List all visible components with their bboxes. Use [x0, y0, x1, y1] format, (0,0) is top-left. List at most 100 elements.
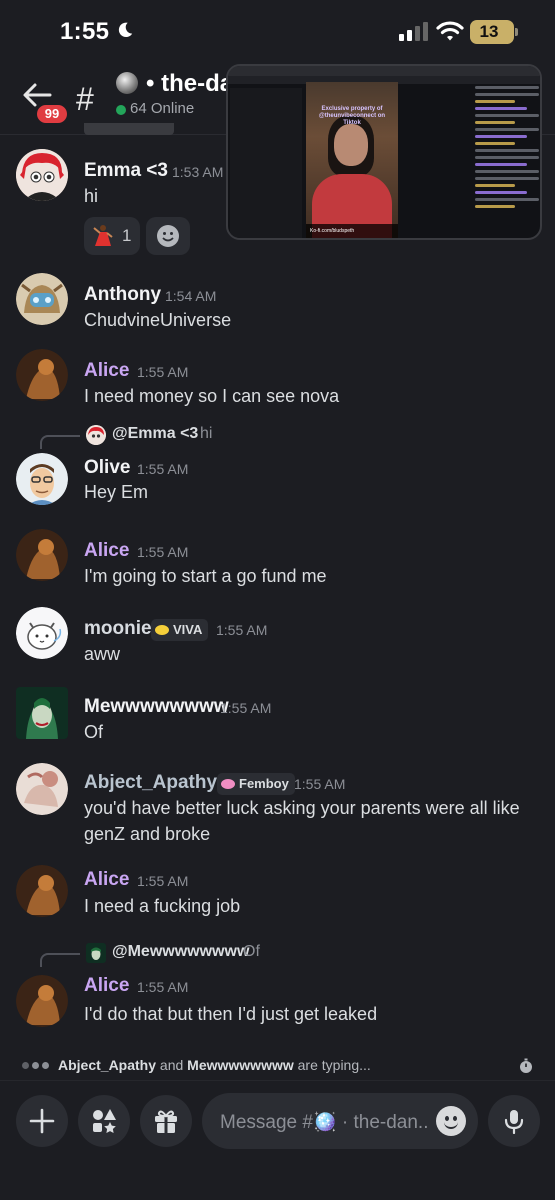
message-author[interactable]: Mewwwwwwww [84, 696, 229, 718]
message-author[interactable]: Anthony [84, 284, 161, 306]
heart-gem-icon [221, 779, 235, 789]
voice-message-button[interactable] [488, 1095, 540, 1147]
plus-icon [29, 1108, 55, 1134]
role-badge-label: Femboy [239, 776, 289, 791]
add-reaction-button[interactable] [146, 217, 190, 255]
message-author[interactable]: Emma <3 [84, 160, 168, 182]
message-text: I'm going to start a go fund me [84, 566, 327, 586]
avatar[interactable] [16, 607, 68, 659]
avatar[interactable] [16, 975, 68, 1027]
typing-text: Abject_Apathy and Mewwwwwwww are typing.… [58, 1057, 371, 1073]
message-input-placeholder: Message #🪩 · the-dan.. [220, 1112, 429, 1133]
message-text: ChudvineUniverse [84, 310, 232, 330]
pip-caption: Exclusive property of @theunvibeconnect … [318, 106, 386, 126]
picture-in-picture-video[interactable]: Exclusive property of @theunvibeconnect … [226, 64, 542, 240]
message-item[interactable]: Alice 1:55 AM I need a fucking job [0, 859, 555, 923]
reply-text[interactable]: hi [200, 425, 212, 443]
apps-icon [93, 1109, 116, 1133]
apps-button[interactable] [78, 1095, 130, 1147]
wifi-icon [436, 21, 464, 41]
typing-dots-icon [22, 1062, 52, 1070]
battery-level: 13 [479, 22, 499, 41]
message-author[interactable]: Abject_Apathy [84, 772, 217, 794]
avatar-abject-apathy-icon [16, 763, 68, 815]
avatar-emma-icon [16, 149, 68, 201]
avatar[interactable] [16, 273, 68, 325]
message-author[interactable]: Olive [84, 457, 130, 479]
message-item[interactable]: Alice 1:55 AM I'm going to start a go fu… [0, 525, 555, 589]
message-composer: Message #🪩 · the-dan.. [0, 1080, 555, 1200]
typing-user: Abject_Apathy [58, 1057, 157, 1073]
avatar[interactable] [16, 763, 68, 815]
message-input[interactable]: Message #🪩 · the-dan.. [202, 1093, 478, 1149]
message-item[interactable]: @Emma <3 hi Olive 1:55 AM Hey Em [0, 421, 555, 513]
message-item[interactable]: Alice 1:55 AM I need money so I can see … [0, 345, 555, 409]
message-author[interactable]: Alice [84, 975, 129, 997]
pip-video-frame: Exclusive property of @theunvibeconnect … [306, 82, 398, 238]
channel-name[interactable]: • the-da [146, 70, 233, 98]
avatar-alice-icon [16, 975, 68, 1027]
message-author[interactable]: Alice [84, 869, 129, 891]
typing-user: Mewwwwwwww [187, 1057, 294, 1073]
online-status-dot [116, 105, 126, 115]
message-list[interactable]: Emma <3 1:53 AM hi 1 Anthony 1:54 AM Chu… [0, 123, 555, 1055]
add-attachment-button[interactable] [16, 1095, 68, 1147]
pip-footer: Ko-fi.com/bludspeth [306, 224, 398, 238]
typing-indicator: Abject_Apathy and Mewwwwwwww are typing.… [0, 1052, 555, 1080]
message-text: I'd do that but then I'd just get leaked [84, 1004, 378, 1024]
avatar[interactable] [16, 453, 68, 505]
stopwatch-icon[interactable] [518, 1058, 534, 1074]
microphone-icon [504, 1110, 524, 1134]
battery-indicator: 13 [470, 20, 518, 44]
message-item[interactable]: moonie VIVA 1:55 AM aww [0, 603, 555, 667]
gift-button[interactable] [140, 1095, 192, 1147]
message-author[interactable]: Alice [84, 360, 129, 382]
emoji-icon[interactable] [436, 1106, 466, 1136]
message-item[interactable]: @Mewwwwwwww Of Alice 1:55 AM I'd do that… [0, 939, 555, 1035]
reply-text[interactable]: Of [243, 943, 260, 961]
message-timestamp: 1:55 AM [137, 873, 189, 889]
reply-connector [40, 953, 80, 967]
reply-author[interactable]: @Mewwwwwwww [112, 943, 249, 961]
message-text: Hey Em [84, 482, 149, 502]
avatar[interactable] [16, 529, 68, 581]
online-count: 64 Online [130, 100, 195, 117]
message-timestamp: 1:55 AM [220, 700, 272, 716]
avatar[interactable] [16, 149, 68, 201]
discord-app: 1:55 13 99 # • the-da 64 Online Exclusiv… [0, 0, 555, 1200]
typing-connector: and [156, 1057, 188, 1073]
reply-author[interactable]: @Emma <3 [112, 425, 198, 443]
role-badge-label: VIVA [173, 622, 203, 637]
message-author[interactable]: Alice [84, 540, 129, 562]
message-text: I need money so I can see nova [84, 386, 340, 406]
avatar-mewwwwwwww-small-icon [86, 943, 106, 963]
pip-stream-chat [472, 82, 540, 238]
message-text: Of [84, 722, 104, 742]
message-text: I need a fucking job [84, 896, 241, 916]
message-author[interactable]: moonie [84, 618, 152, 640]
message-timestamp: 1:55 AM [137, 461, 189, 477]
message-timestamp: 1:54 AM [165, 288, 217, 304]
reply-avatar [86, 425, 106, 445]
cellular-signal-icon [399, 22, 428, 41]
avatar[interactable] [16, 349, 68, 401]
message-timestamp: 1:55 AM [294, 776, 346, 792]
role-badge[interactable]: VIVA [151, 619, 209, 641]
message-timestamp: 1:53 AM [172, 164, 224, 180]
avatar[interactable] [16, 687, 68, 739]
dancer-emoji-icon [93, 225, 113, 246]
role-badge[interactable]: Femboy [217, 773, 295, 795]
message-item[interactable]: Abject_Apathy Femboy 1:55 AM you'd have … [0, 757, 555, 845]
message-item[interactable]: Anthony 1:54 AM ChudvineUniverse [0, 269, 555, 333]
typing-suffix: are typing... [293, 1057, 371, 1073]
message-text: you'd have better luck asking your paren… [84, 798, 520, 844]
status-bar: 1:55 13 [0, 0, 555, 62]
avatar-olive-icon [16, 453, 68, 505]
avatar-mewwwwwwww-icon [16, 687, 68, 739]
pip-sidebar [230, 88, 302, 238]
pip-browser-tabs [228, 66, 540, 76]
message-item[interactable]: Mewwwwwwww 1:55 AM Of [0, 681, 555, 745]
reaction-chip[interactable]: 1 [84, 217, 140, 255]
avatar[interactable] [16, 865, 68, 917]
message-timestamp: 1:55 AM [216, 622, 268, 638]
